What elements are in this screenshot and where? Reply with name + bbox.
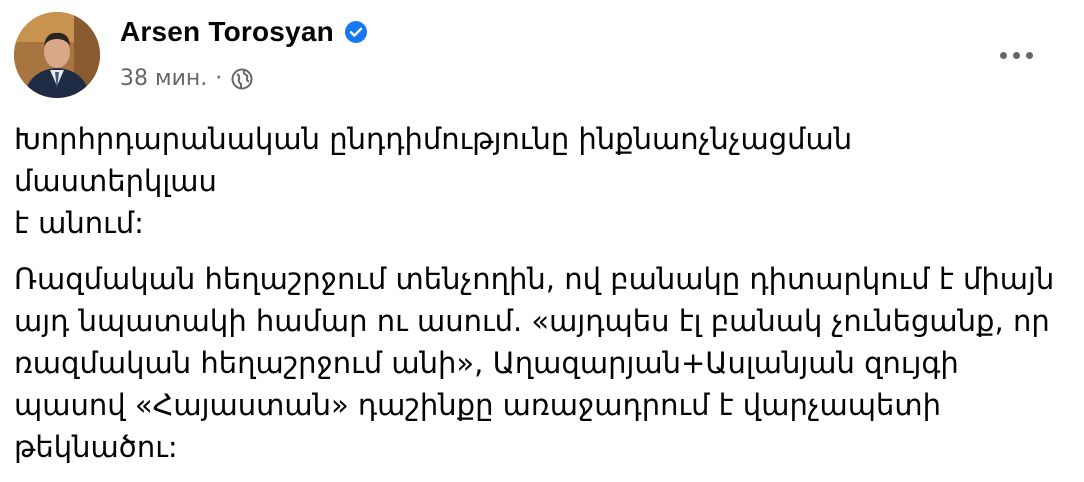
verified-badge-icon xyxy=(344,20,368,44)
meta-separator: · xyxy=(215,66,223,91)
post-timestamp[interactable]: 38 мин. xyxy=(120,66,207,91)
post-meta: 38 мин. · xyxy=(120,66,254,91)
post-paragraph-2: Ռազմական հեղաշրջում տենչողին, ով բանակը … xyxy=(14,262,1055,464)
author-avatar[interactable] xyxy=(14,12,100,98)
more-dot xyxy=(1025,51,1033,59)
facebook-post: Arsen Torosyan 38 мин. · Խորհրդարանական … xyxy=(0,0,1084,464)
more-dot xyxy=(999,51,1007,59)
post-paragraph-1: Խորհրդարանական ընդդիմությունը ինքնաոչնչա… xyxy=(14,122,853,240)
globe-icon[interactable] xyxy=(230,67,254,91)
post-body: Խորհրդարանական ընդդիմությունը ինքնաոչնչա… xyxy=(14,118,1064,482)
more-options-icon[interactable] xyxy=(992,40,1040,70)
more-dot xyxy=(1012,51,1020,59)
author-row: Arsen Torosyan xyxy=(120,16,368,48)
avatar-photo xyxy=(14,12,100,98)
author-name[interactable]: Arsen Torosyan xyxy=(120,16,334,48)
